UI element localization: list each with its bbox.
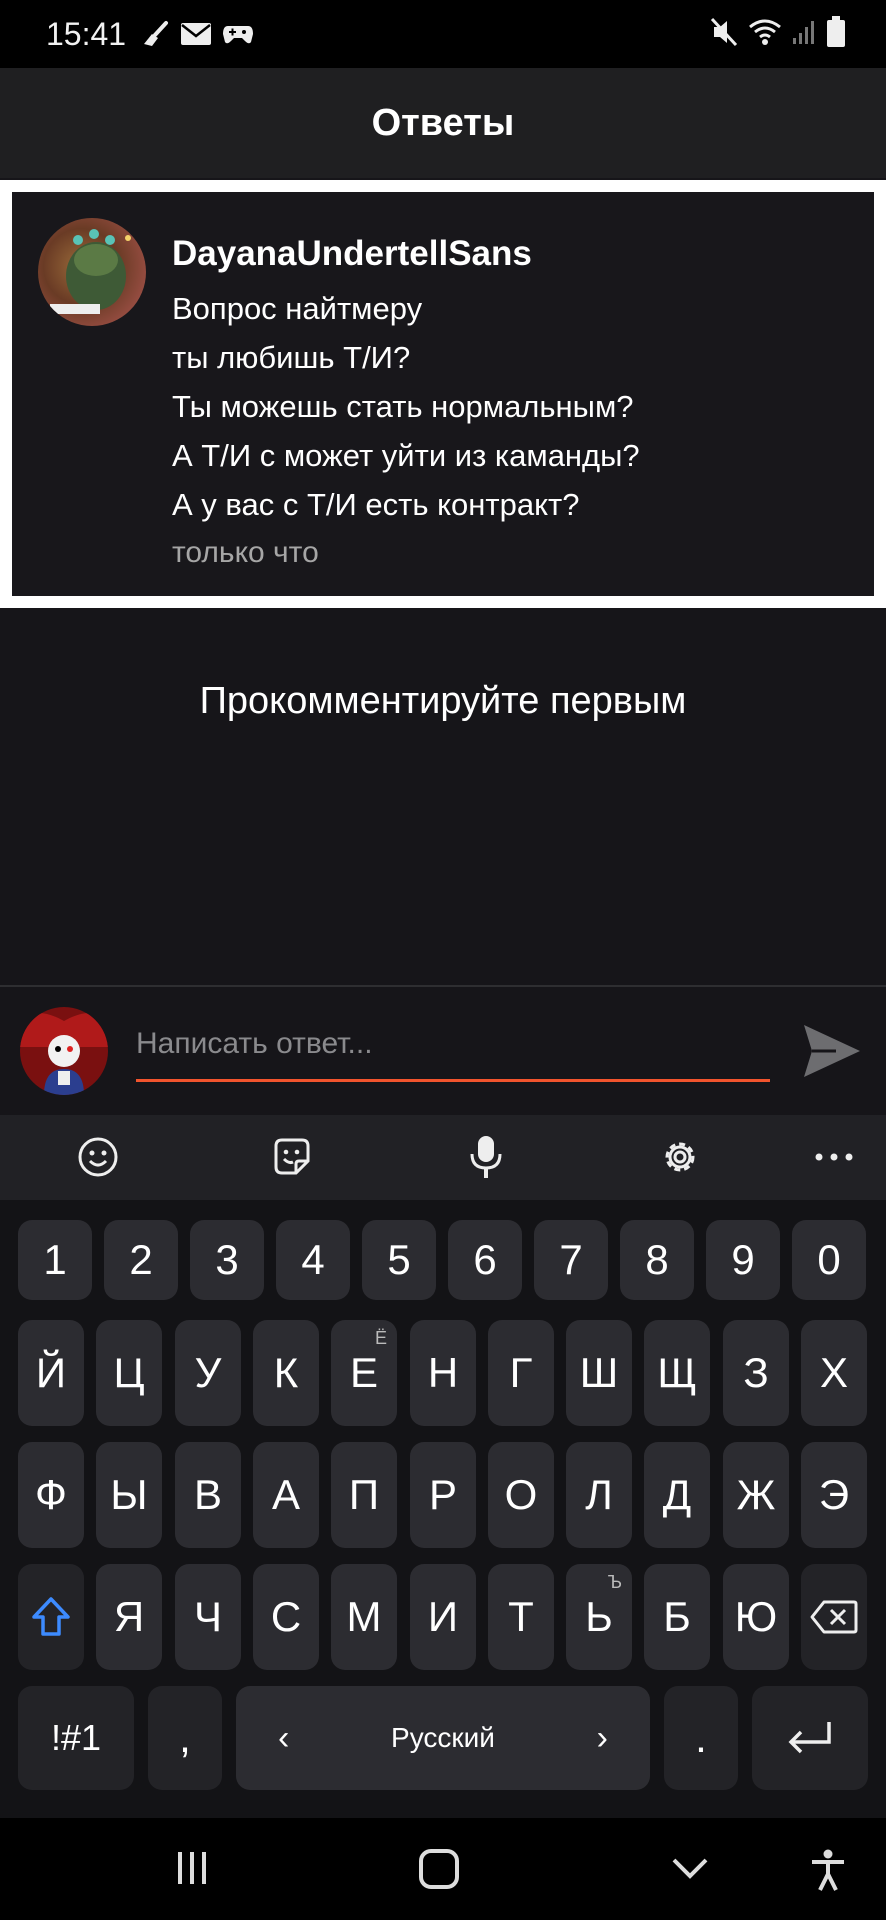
backspace-icon (810, 1600, 858, 1634)
key-9[interactable]: 9 (706, 1220, 780, 1300)
shift-key[interactable] (18, 1564, 84, 1670)
key-letter[interactable]: Ю (723, 1564, 789, 1670)
app-bar: Ответы (0, 68, 886, 178)
key-letter[interactable]: А (253, 1442, 319, 1548)
empty-comments-message: Прокомментируйте первым (199, 680, 687, 722)
key-letter[interactable]: Ш (566, 1320, 632, 1426)
key-letter[interactable]: Й (18, 1320, 84, 1426)
send-button[interactable] (800, 1019, 864, 1083)
key-letter[interactable]: Э (801, 1442, 867, 1548)
key-3[interactable]: 3 (190, 1220, 264, 1300)
key-letter[interactable]: Г (488, 1320, 554, 1426)
key-letter[interactable]: Х (801, 1320, 867, 1426)
enter-key[interactable] (752, 1686, 868, 1790)
key-letter[interactable]: Р (410, 1442, 476, 1548)
key-hint: Ъ (607, 1572, 622, 1592)
key-letter[interactable]: Ф (18, 1442, 84, 1548)
backspace-key[interactable] (801, 1564, 867, 1670)
key-letter-with-hint[interactable]: Е Ё (331, 1320, 397, 1426)
space-right-arrow: › (596, 1718, 608, 1757)
key-6[interactable]: 6 (448, 1220, 522, 1300)
key-letter[interactable]: Л (566, 1442, 632, 1548)
key-letter[interactable]: М (331, 1564, 397, 1670)
key-7[interactable]: 7 (534, 1220, 608, 1300)
status-bar: 15:41 (0, 0, 886, 68)
gamepad-icon (222, 22, 254, 46)
symbols-key[interactable]: !#1 (18, 1686, 134, 1790)
space-key[interactable]: ‹ Русский › (236, 1686, 650, 1790)
key-letter[interactable]: У (175, 1320, 241, 1426)
post-line: ты любишь Т/И? (172, 340, 411, 375)
home-icon[interactable] (418, 1848, 460, 1895)
key-letter[interactable]: Ж (723, 1442, 789, 1548)
key-0[interactable]: 0 (792, 1220, 866, 1300)
reply-bar (0, 987, 886, 1115)
post-line: Вопрос найтмеру (172, 291, 423, 326)
key-2[interactable]: 2 (104, 1220, 178, 1300)
post-body: Вопрос найтмеру ты любишь Т/И? Ты можешь… (172, 284, 640, 529)
post-line: А Т/И с может уйти из каманды? (172, 438, 640, 473)
shift-icon (32, 1597, 70, 1636)
key-4[interactable]: 4 (276, 1220, 350, 1300)
keyboard-toolbar (0, 1115, 886, 1200)
period-key[interactable]: . (664, 1686, 738, 1790)
comma-key[interactable]: , (148, 1686, 222, 1790)
sticker-icon[interactable] (270, 1135, 314, 1179)
keyboard: 1 2 3 4 5 6 7 8 9 0 Й Ц У К Е Ё Н Г Ш Щ … (0, 1200, 886, 1818)
key-letter[interactable]: Н (410, 1320, 476, 1426)
wifi-icon (748, 17, 782, 47)
status-time: 15:41 (46, 15, 127, 52)
mic-icon[interactable] (464, 1135, 508, 1179)
key-letter[interactable]: О (488, 1442, 554, 1548)
key-letter[interactable]: И (410, 1564, 476, 1670)
send-icon (804, 1025, 860, 1077)
post-card[interactable]: DayanaUndertellSans Вопрос найтмеру ты л… (12, 192, 874, 596)
signal-icon (792, 18, 816, 46)
key-letter[interactable]: Ц (96, 1320, 162, 1426)
post-timestamp: только что (172, 536, 319, 569)
mail-icon (180, 22, 212, 46)
navigation-bar (0, 1818, 886, 1920)
space-left-arrow: ‹ (278, 1718, 290, 1757)
user-avatar[interactable] (20, 1007, 108, 1095)
post-line: А у вас с Т/И есть контракт? (172, 487, 580, 522)
accessibility-icon[interactable] (808, 1848, 848, 1897)
broom-icon (140, 20, 170, 48)
key-letter[interactable]: Б (644, 1564, 710, 1670)
post-highlight-frame: DayanaUndertellSans Вопрос найтмеру ты л… (0, 180, 886, 608)
post-line: Ты можешь стать нормальным? (172, 389, 634, 424)
page-title: Ответы (371, 101, 515, 144)
key-label: Ь (585, 1593, 613, 1640)
key-1[interactable]: 1 (18, 1220, 92, 1300)
key-letter[interactable]: Щ (644, 1320, 710, 1426)
key-letter[interactable]: П (331, 1442, 397, 1548)
key-hint: Ё (374, 1328, 387, 1348)
emoji-icon[interactable] (76, 1135, 120, 1179)
key-5[interactable]: 5 (362, 1220, 436, 1300)
key-letter[interactable]: Ы (96, 1442, 162, 1548)
key-8[interactable]: 8 (620, 1220, 694, 1300)
more-icon[interactable] (812, 1135, 856, 1179)
mute-icon (710, 17, 738, 47)
key-letter[interactable]: Ч (175, 1564, 241, 1670)
key-letter[interactable]: В (175, 1442, 241, 1548)
key-letter[interactable]: К (253, 1320, 319, 1426)
key-letter-with-hint[interactable]: Ь Ъ (566, 1564, 632, 1670)
key-letter[interactable]: Я (96, 1564, 162, 1670)
recent-apps-icon[interactable] (172, 1848, 212, 1893)
reply-input[interactable] (136, 1009, 770, 1082)
key-letter[interactable]: С (253, 1564, 319, 1670)
key-letter[interactable]: З (723, 1320, 789, 1426)
enter-icon (788, 1722, 831, 1754)
author-avatar[interactable] (38, 218, 146, 326)
post-author[interactable]: DayanaUndertellSans (172, 234, 532, 274)
battery-icon (826, 16, 846, 48)
key-label: Е (349, 1349, 378, 1396)
language-label: Русский (391, 1722, 495, 1753)
back-chevron-icon[interactable] (668, 1848, 712, 1893)
settings-icon[interactable] (658, 1135, 702, 1179)
key-letter[interactable]: Д (644, 1442, 710, 1548)
key-letter[interactable]: Т (488, 1564, 554, 1670)
